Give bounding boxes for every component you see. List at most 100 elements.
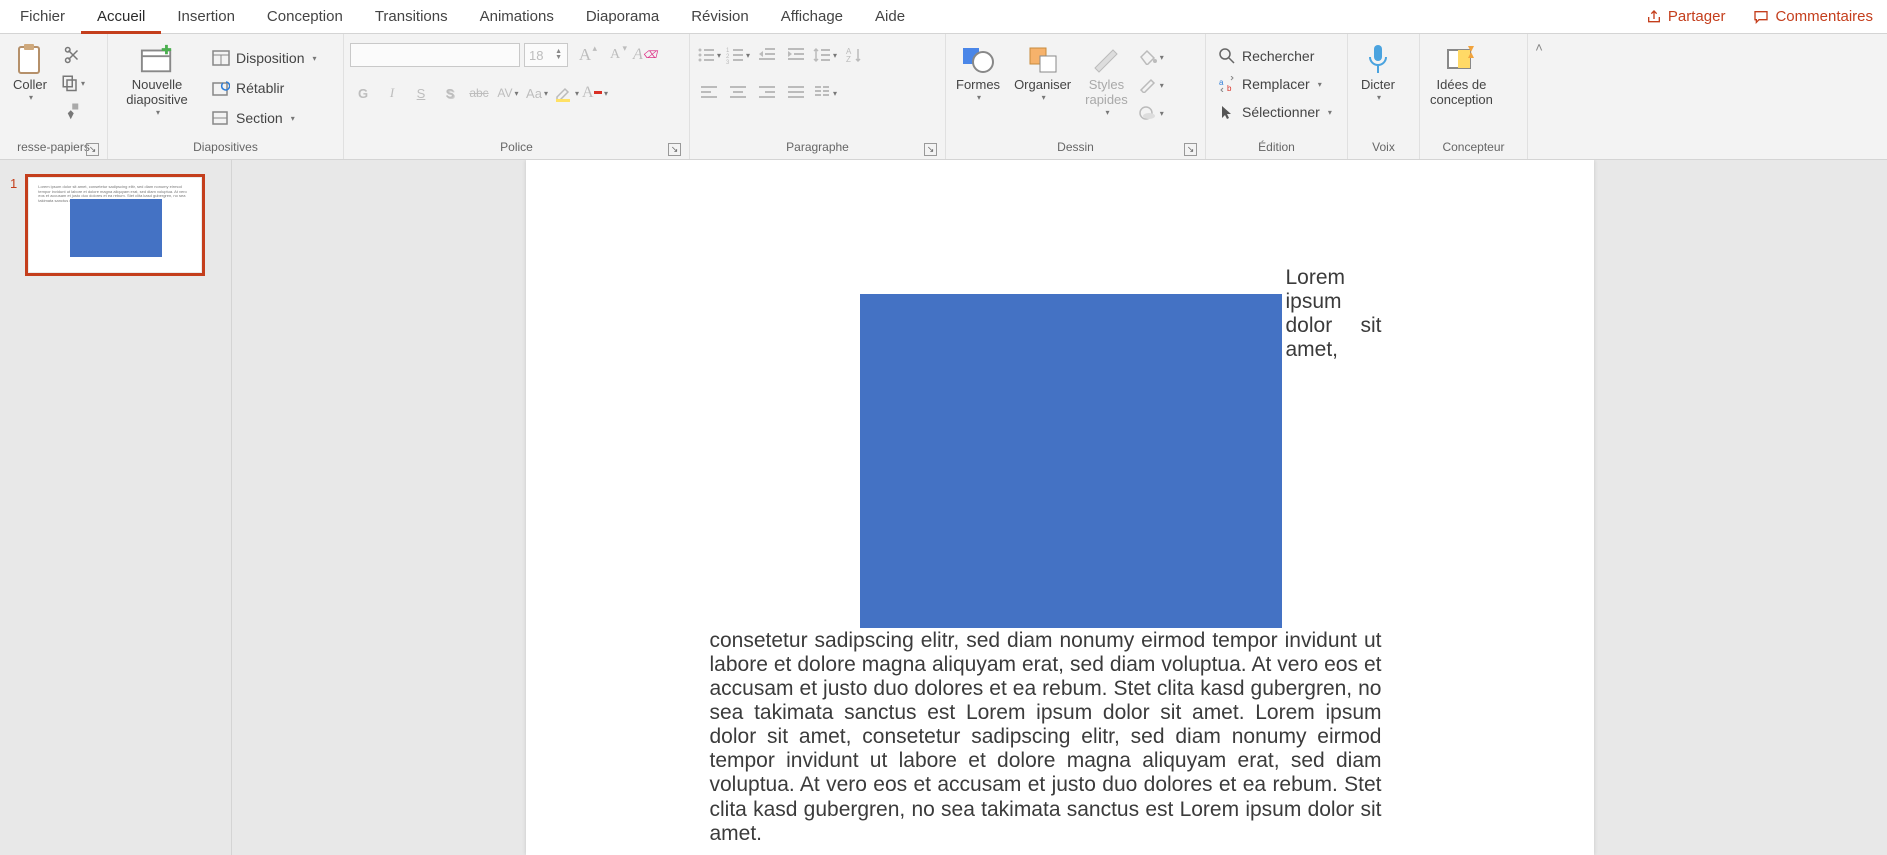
- cursor-icon: [1218, 103, 1236, 121]
- font-family-select[interactable]: [350, 43, 520, 67]
- shape-outline-button[interactable]: ▾: [1138, 72, 1164, 98]
- highlight-icon: [553, 83, 573, 103]
- justify-button[interactable]: [783, 80, 809, 106]
- thumbnail-row: 1 Lorem ipsum dolor sit amet, consetetur…: [10, 174, 221, 276]
- tab-transitions[interactable]: Transitions: [359, 0, 464, 34]
- cut-button[interactable]: [60, 42, 86, 68]
- dictate-button[interactable]: Dicter ▾: [1354, 40, 1402, 104]
- paste-button[interactable]: Coller ▾: [6, 40, 54, 104]
- shape-fill-button[interactable]: ▾: [1138, 44, 1164, 70]
- arrange-button[interactable]: Organiser ▾: [1010, 40, 1075, 104]
- tab-affichage[interactable]: Affichage: [765, 0, 859, 34]
- change-case-button[interactable]: Aa▾: [524, 80, 550, 106]
- dialog-launcher-icon[interactable]: ↘: [924, 143, 937, 156]
- bullets-icon: [697, 46, 715, 64]
- format-painter-button[interactable]: [60, 98, 86, 124]
- group-clipboard: Coller ▾ ▾ resse-papiers ↘: [0, 34, 108, 159]
- dialog-launcher-icon[interactable]: ↘: [1184, 143, 1197, 156]
- microphone-icon: [1361, 42, 1395, 76]
- menu-bar: Fichier Accueil Insertion Conception Tra…: [0, 0, 1887, 34]
- slide-text-box[interactable]: Lorem ipsum dolor sit amet, consetetur s…: [710, 266, 1382, 846]
- layout-button[interactable]: Disposition ▾: [206, 44, 323, 72]
- strike-button[interactable]: abc: [466, 80, 492, 106]
- line-spacing-icon: [813, 46, 831, 64]
- layout-icon: [212, 49, 230, 67]
- numbering-button[interactable]: 123▾: [725, 42, 751, 68]
- char-spacing-button[interactable]: AV▾: [495, 80, 521, 106]
- decrease-font-button[interactable]: A▾: [602, 42, 628, 68]
- replace-icon: ab: [1218, 75, 1236, 93]
- find-button[interactable]: Rechercher: [1212, 42, 1320, 70]
- replace-button[interactable]: ab Remplacer ▾: [1212, 70, 1328, 98]
- tab-conception[interactable]: Conception: [251, 0, 359, 34]
- tab-animations[interactable]: Animations: [464, 0, 570, 34]
- underline-button[interactable]: S: [408, 80, 434, 106]
- align-right-icon: [758, 84, 776, 102]
- arrange-icon: [1026, 42, 1060, 76]
- chevron-down-icon: ▾: [156, 108, 160, 117]
- font-size-select[interactable]: ▲▼: [524, 43, 568, 67]
- tab-aide[interactable]: Aide: [859, 0, 921, 34]
- select-button[interactable]: Sélectionner ▾: [1212, 98, 1338, 126]
- align-center-button[interactable]: [725, 80, 751, 106]
- shapes-icon: [961, 42, 995, 76]
- clear-format-button[interactable]: A⌫: [632, 42, 658, 68]
- copy-icon: [61, 74, 79, 92]
- quick-styles-button[interactable]: Styles rapides ▾: [1081, 40, 1132, 119]
- new-slide-button[interactable]: Nouvelle diapositive ▾: [114, 40, 200, 119]
- search-icon: [1218, 47, 1236, 65]
- indent-icon: [787, 46, 805, 64]
- workspace: 1 Lorem ipsum dolor sit amet, consetetur…: [0, 160, 1887, 855]
- chevron-up-icon: ˄: [1535, 40, 1543, 55]
- slide-canvas[interactable]: Lorem ipsum dolor sit amet, consetetur s…: [526, 160, 1594, 855]
- shape-effects-button[interactable]: ▾: [1138, 100, 1164, 126]
- tab-diaporama[interactable]: Diaporama: [570, 0, 675, 34]
- copy-button[interactable]: ▾: [60, 70, 86, 96]
- sort-button[interactable]: AZ: [841, 42, 867, 68]
- group-label-editing: Édition: [1212, 137, 1341, 159]
- columns-button[interactable]: ▾: [812, 80, 838, 106]
- svg-text:Z: Z: [846, 55, 851, 64]
- design-ideas-button[interactable]: Idées de conception: [1426, 40, 1497, 110]
- section-button[interactable]: Section ▾: [206, 104, 323, 132]
- share-label: Partager: [1668, 8, 1726, 25]
- slide-edit-area[interactable]: Lorem ipsum dolor sit amet, consetetur s…: [232, 160, 1887, 855]
- arrange-label: Organiser: [1014, 78, 1071, 93]
- dictate-label: Dicter: [1361, 78, 1395, 93]
- slide-thumbnail-1[interactable]: Lorem ipsum dolor sit amet, consetetur s…: [25, 174, 205, 276]
- font-family-input[interactable]: [355, 48, 515, 63]
- chevron-down-icon: ▾: [977, 93, 981, 102]
- shapes-button[interactable]: Formes ▾: [952, 40, 1004, 104]
- group-paragraph: ▾ 123▾ ▾ AZ ▾ Paragraphe ↘: [690, 34, 946, 159]
- highlight-button[interactable]: ▾: [553, 80, 579, 106]
- shadow-button[interactable]: S: [437, 80, 463, 106]
- font-color-button[interactable]: A▾: [582, 80, 608, 106]
- comments-button[interactable]: Commentaires: [1739, 0, 1887, 34]
- increase-font-button[interactable]: A▴: [572, 42, 598, 68]
- tab-fichier[interactable]: Fichier: [4, 0, 81, 34]
- align-right-button[interactable]: [754, 80, 780, 106]
- group-label-drawing: Dessin ↘: [952, 137, 1199, 159]
- share-button[interactable]: Partager: [1632, 0, 1740, 34]
- tab-insertion[interactable]: Insertion: [161, 0, 251, 34]
- reset-button[interactable]: Rétablir: [206, 74, 323, 102]
- italic-button[interactable]: I: [379, 80, 405, 106]
- font-size-input[interactable]: [529, 48, 554, 63]
- collapse-ribbon-button[interactable]: ˄: [1528, 34, 1550, 159]
- paste-label: Coller: [13, 78, 47, 93]
- bold-button[interactable]: G: [350, 80, 376, 106]
- align-left-button[interactable]: [696, 80, 722, 106]
- slide-rectangle-shape[interactable]: [860, 294, 1282, 628]
- comments-label: Commentaires: [1775, 8, 1873, 25]
- tab-accueil[interactable]: Accueil: [81, 0, 161, 34]
- outdent-button[interactable]: [754, 42, 780, 68]
- group-label-clipboard: resse-papiers ↘: [6, 137, 101, 159]
- dialog-launcher-icon[interactable]: ↘: [668, 143, 681, 156]
- line-spacing-button[interactable]: ▾: [812, 42, 838, 68]
- tab-revision[interactable]: Révision: [675, 0, 765, 34]
- bullets-button[interactable]: ▾: [696, 42, 722, 68]
- thumbnail-pane[interactable]: 1 Lorem ipsum dolor sit amet, consetetur…: [0, 160, 232, 855]
- shapes-label: Formes: [956, 78, 1000, 93]
- indent-button[interactable]: [783, 42, 809, 68]
- dialog-launcher-icon[interactable]: ↘: [86, 143, 99, 156]
